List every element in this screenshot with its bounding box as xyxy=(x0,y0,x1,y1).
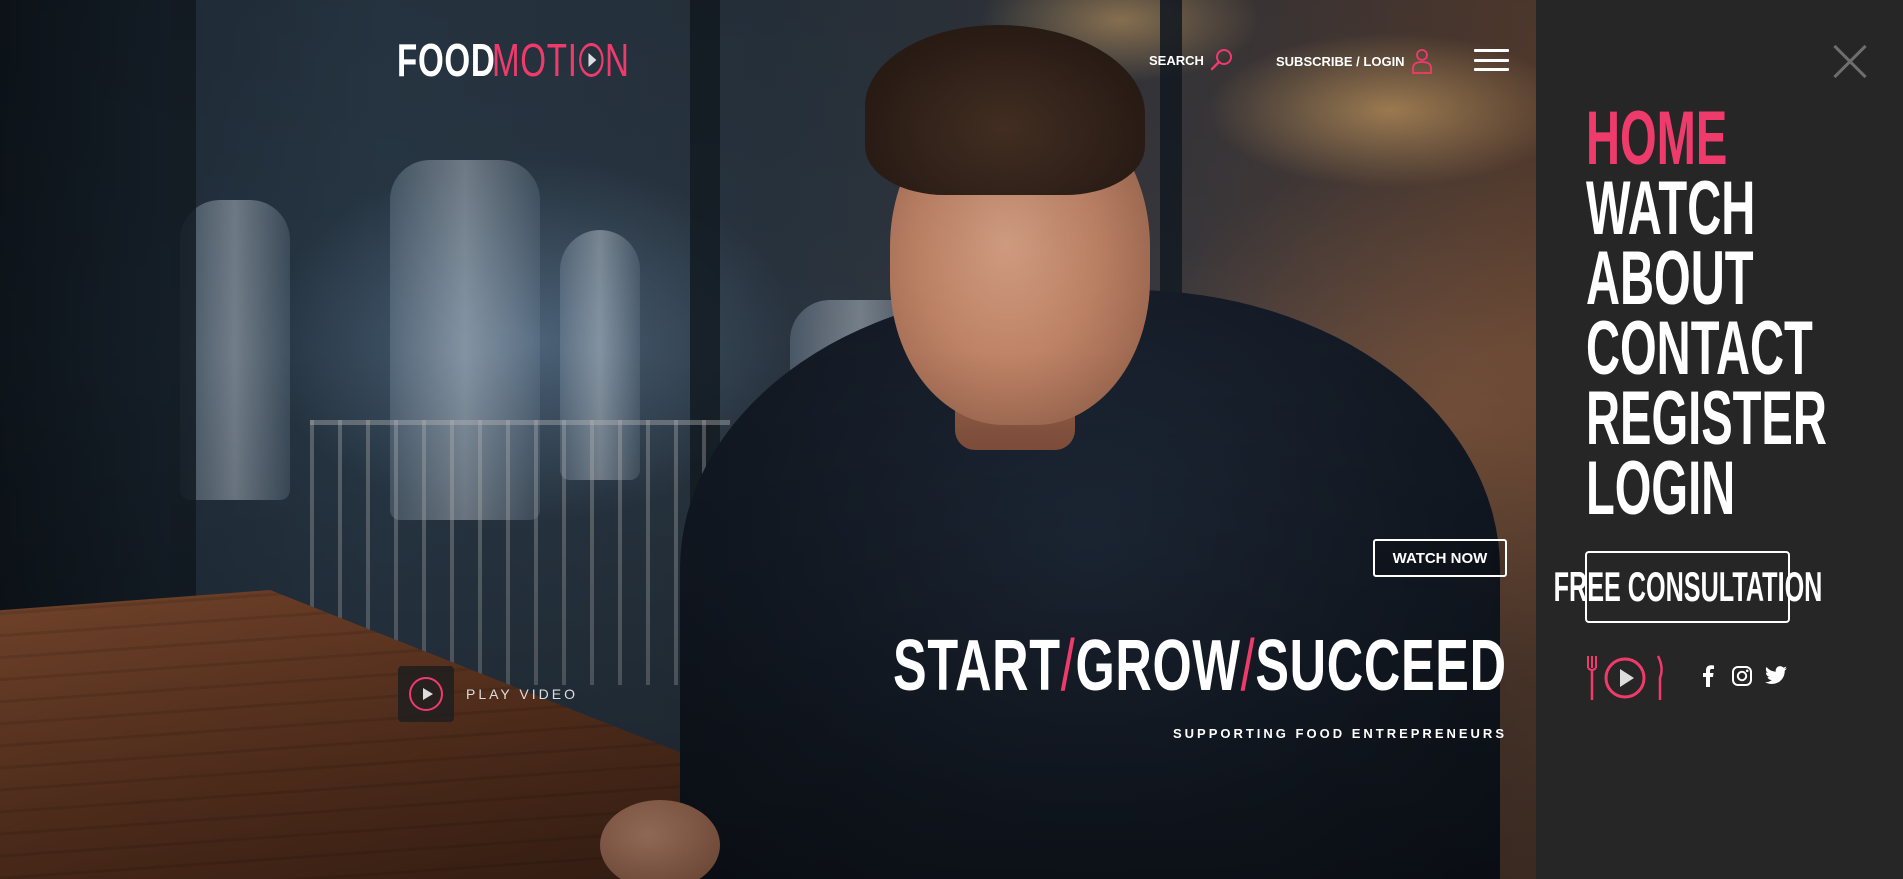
brand-mini-logo-icon xyxy=(1587,655,1663,700)
subscribe-login-link[interactable]: SUBSCRIBE / LOGIN xyxy=(1276,48,1433,74)
twitter-icon[interactable] xyxy=(1764,664,1788,688)
free-consultation-button[interactable]: FREE CONSULTATION xyxy=(1553,551,1822,623)
menu-item-register[interactable]: REGISTER xyxy=(1586,381,1827,457)
play-icon xyxy=(409,677,443,711)
play-icon-box[interactable] xyxy=(398,666,454,722)
logo-food-text: FOOD xyxy=(397,34,496,86)
search-icon xyxy=(1210,49,1232,71)
social-links xyxy=(1696,664,1788,688)
login-label: SUBSCRIBE / LOGIN xyxy=(1276,53,1405,69)
search-label: SEARCH xyxy=(1149,52,1204,68)
instagram-icon[interactable] xyxy=(1730,664,1754,688)
menu-item-about[interactable]: ABOUT xyxy=(1586,241,1827,317)
menu-item-home[interactable]: HOME xyxy=(1586,101,1827,177)
hamburger-menu-icon[interactable] xyxy=(1474,49,1509,71)
play-video-button[interactable]: PLAY VIDEO xyxy=(398,666,578,722)
hero-tagline: START/GROW/SUCCEED xyxy=(893,626,1507,706)
search-link[interactable]: SEARCH xyxy=(1149,48,1234,72)
close-icon[interactable] xyxy=(1832,44,1868,80)
watch-now-button[interactable]: WATCH NOW xyxy=(1373,539,1507,577)
logo-play-icon xyxy=(579,43,604,77)
side-menu: HOME WATCH ABOUT CONTACT REGISTER LOGIN xyxy=(1586,101,1903,527)
menu-item-watch[interactable]: WATCH xyxy=(1586,171,1827,247)
menu-item-login[interactable]: LOGIN xyxy=(1586,451,1827,527)
site-logo[interactable]: FOOD MOTI N xyxy=(397,36,683,84)
play-video-label: PLAY VIDEO xyxy=(466,686,578,702)
hero-subtitle: SUPPORTING FOOD ENTREPRENEURS xyxy=(1172,726,1507,741)
logo-motion-text: MOTI N xyxy=(492,34,630,86)
hero-background-image xyxy=(0,0,1536,879)
facebook-icon[interactable] xyxy=(1696,664,1720,688)
user-icon xyxy=(1411,49,1432,74)
free-consultation-label: FREE CONSULTATION xyxy=(1553,563,1822,610)
menu-item-contact[interactable]: CONTACT xyxy=(1586,311,1827,387)
